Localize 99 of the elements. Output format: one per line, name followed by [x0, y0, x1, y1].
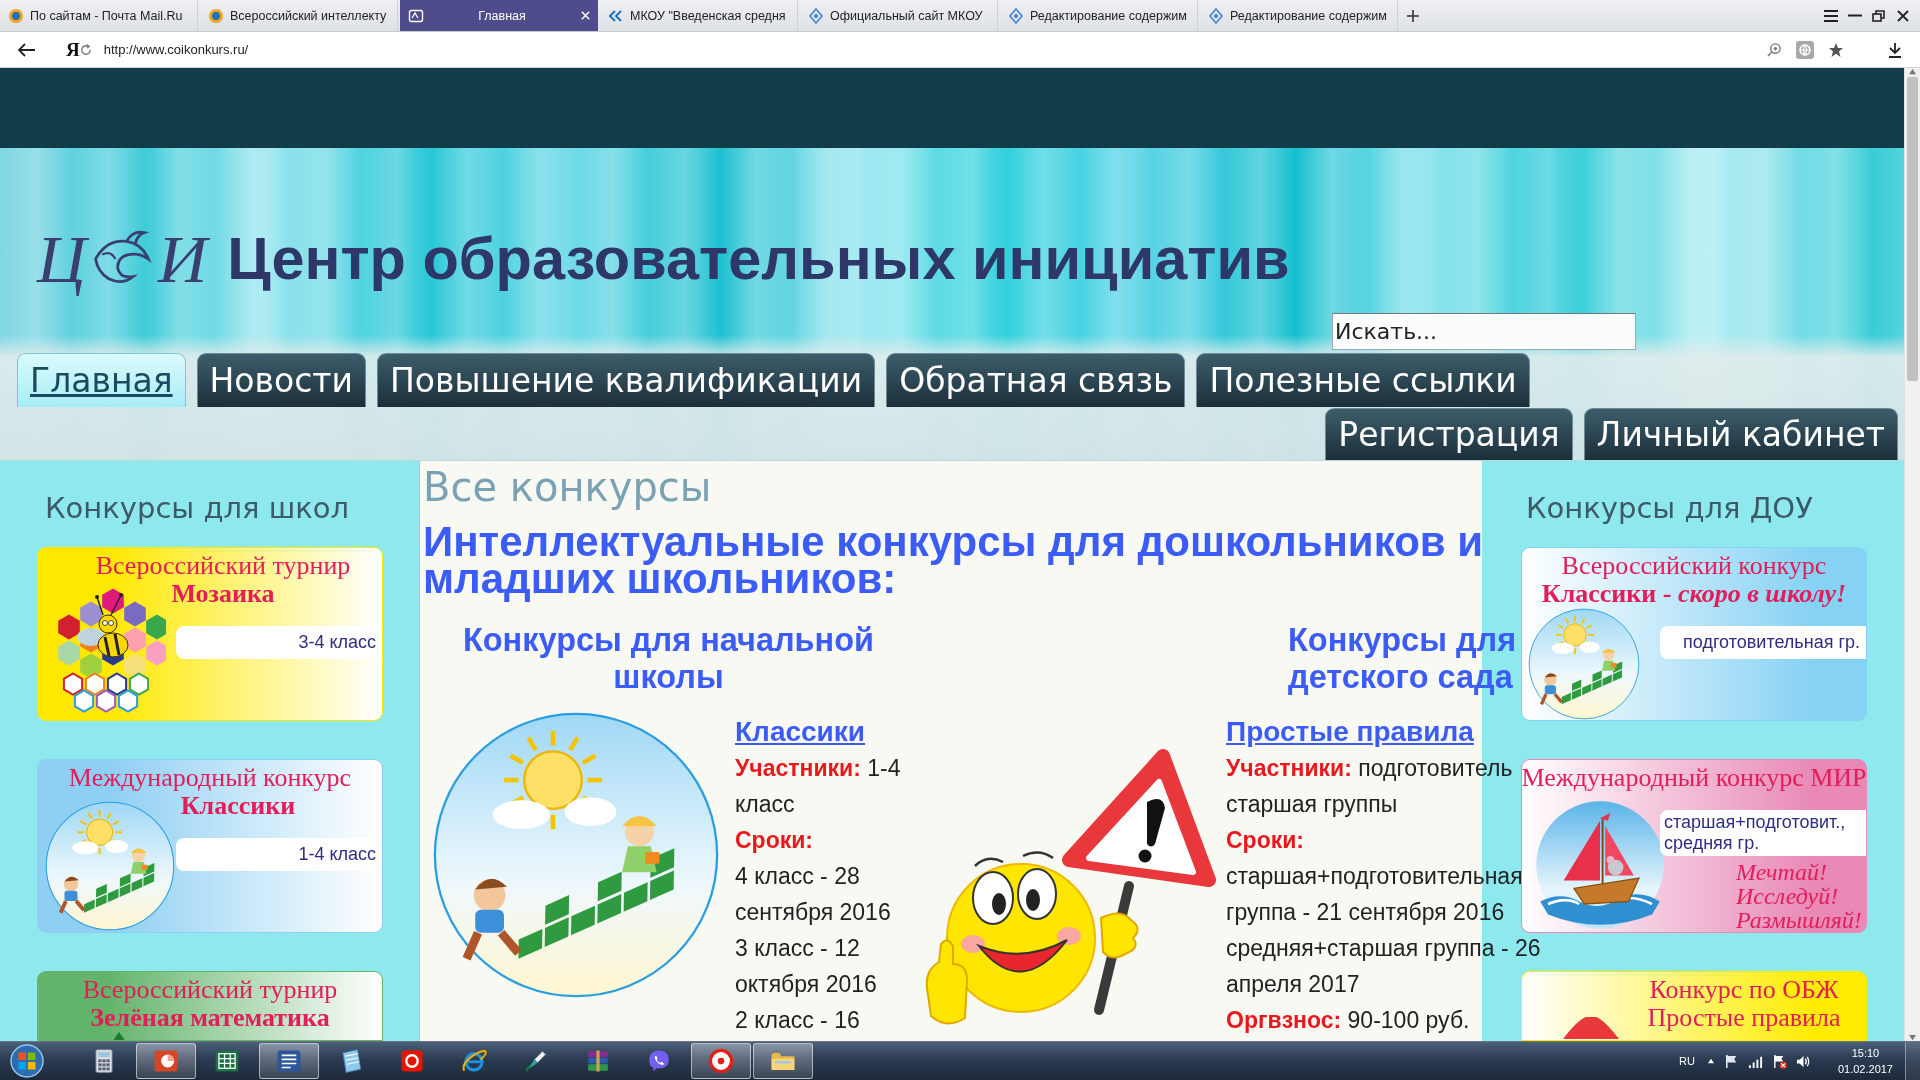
contest-link[interactable]: Классики	[735, 714, 866, 750]
reload-icon	[79, 43, 92, 56]
taskbar-button[interactable]	[690, 1043, 751, 1079]
double-chevron-icon	[608, 7, 624, 24]
info-text: 3 класс - 12 октября 2016	[735, 935, 877, 997]
info-text: Оргвзнос: 90-100 руб.	[1226, 1007, 1470, 1033]
banner-title: Всероссийский турнир	[95, 552, 351, 580]
sidebar-heading: Конкурсы для школ	[45, 490, 350, 527]
menu-icon	[1824, 9, 1838, 22]
nav-tab[interactable]: Личный кабинет	[1583, 408, 1898, 460]
close-icon	[580, 10, 591, 21]
nav-tab[interactable]: Повышение квалификации	[377, 353, 876, 407]
browser-tab[interactable]: МКОУ "Введенская средня	[600, 0, 798, 31]
address-field[interactable]: http://www.coikonkurs.ru/	[103, 42, 249, 57]
banner-title: Международный конкурс МИР	[1522, 764, 1866, 792]
globe-orbit-icon	[461, 1048, 488, 1074]
ring-icon	[208, 7, 224, 24]
contest-banner[interactable]: Всероссийский турнир Зелёная математика	[37, 971, 383, 1041]
taskbar-button[interactable]	[752, 1043, 813, 1079]
info-text: Участники: подготовитель	[1226, 755, 1513, 781]
square-logo-icon	[408, 7, 424, 24]
browser-tab[interactable]: Официальный сайт МКОУ	[800, 0, 998, 31]
banner-title: Зелёная математика	[90, 1004, 330, 1032]
banner-title: Всероссийский турнир	[82, 976, 338, 1004]
extension-icon	[1796, 40, 1814, 59]
page-title: Все конкурсы	[423, 463, 712, 511]
browser-tab[interactable]: Всероссийский интеллекту	[200, 0, 398, 31]
info-text: 2 класс - 16	[735, 1007, 860, 1033]
clock-time[interactable]: 15:10	[1851, 1045, 1880, 1061]
scrollbar[interactable]	[1904, 68, 1920, 1041]
restore-icon	[1872, 9, 1886, 22]
contest-banner[interactable]: Всероссийский конкурс Классики - скоро в школу! подготовительная гр.	[1521, 547, 1867, 721]
ring-icon	[8, 7, 24, 24]
slogan-text: Мечтай!	[1736, 860, 1828, 884]
nav-tab[interactable]: Главная	[17, 353, 186, 407]
contest-banner[interactable]: Конкурс по ОБЖ Простые правила	[1521, 971, 1867, 1041]
slogan-text: Исследуй!	[1736, 884, 1839, 908]
section-heading: Конкурсы для начальной школы	[462, 622, 875, 695]
diamond-icon	[1008, 7, 1024, 24]
browser-tab[interactable]: Редактирование содержим	[1200, 0, 1398, 31]
ring-icon	[707, 1048, 734, 1074]
back-arrow-icon	[18, 42, 36, 57]
banner-title: Мозаика	[171, 580, 275, 608]
show-desktop-button[interactable]	[1905, 1042, 1920, 1080]
close-icon	[1896, 9, 1910, 22]
banner-title: Международный конкурс	[68, 764, 352, 792]
browser-tab[interactable]: По сайтам - Почта Mail.Ru	[0, 0, 198, 31]
info-label: Сроки:	[1226, 827, 1305, 853]
flag-icon	[1723, 1053, 1739, 1069]
speaker-icon	[1795, 1053, 1811, 1069]
contest-banner[interactable]: Международный конкурс МИР старшая+подготовит., средняя гр. Мечтай! Исследуй! Размышляй!	[1521, 759, 1867, 933]
grade-label: подготовительная гр.	[1660, 626, 1866, 659]
logo-letter: И	[158, 225, 208, 293]
warning-sign-drawing	[1563, 1017, 1619, 1039]
taskbar-button[interactable]	[259, 1043, 320, 1079]
app-tile-icon	[399, 1048, 426, 1074]
site-title: Центр образовательных инициатив	[227, 229, 1290, 289]
banner-title: Классики - скоро в школу!	[1541, 580, 1847, 608]
document-icon	[276, 1048, 303, 1074]
presentation-icon	[152, 1048, 179, 1074]
diamond-icon	[808, 7, 824, 24]
info-label: Сроки:	[735, 827, 814, 853]
info-text: Участники: 1-4 класс	[735, 755, 901, 817]
caret-up-icon	[1706, 1058, 1715, 1064]
download-icon	[1888, 41, 1902, 58]
browser-tab[interactable]: Главная	[400, 0, 598, 31]
info-text: старшая группы	[1226, 791, 1398, 817]
language-indicator[interactable]: RU	[1679, 1055, 1695, 1067]
page-heading: Интеллектуальные конкурсы для дошкольников и младших школьников:	[423, 523, 1485, 604]
nav-tab[interactable]: Регистрация	[1325, 408, 1573, 460]
search-field[interactable]: Искать...	[1332, 313, 1636, 350]
diamond-icon	[1208, 7, 1224, 24]
nav-tab[interactable]: Полезные ссылки	[1196, 353, 1530, 407]
minimize-icon	[1848, 14, 1862, 17]
banner-title: Простые правила	[1647, 1004, 1841, 1032]
zoom-icon	[1767, 42, 1782, 57]
banner-title: Классики	[180, 792, 296, 820]
contest-banner[interactable]: Международный конкурс Классики 1-4 класс	[37, 759, 383, 933]
clock-date[interactable]: 01.02.2017	[1837, 1061, 1893, 1077]
contest-banner[interactable]: Всероссийский турнир Мозаика 3-4 класс	[37, 547, 383, 721]
star-icon	[1828, 41, 1844, 58]
browser-tab[interactable]: Редактирование содержим	[1000, 0, 1198, 31]
taskbar-button[interactable]	[135, 1043, 196, 1079]
banner-title: Всероссийский конкурс	[1561, 552, 1827, 580]
contest-link[interactable]: Простые правила	[1226, 714, 1474, 750]
browser-logo-button[interactable]: Я	[66, 38, 80, 61]
banner-title: Конкурс по ОБЖ	[1649, 976, 1839, 1004]
network-icon	[1771, 1053, 1787, 1069]
grade-label: старшая+подготовит., средняя гр.	[1660, 810, 1866, 856]
sidebar-heading: Конкурсы для ДОУ	[1526, 490, 1813, 527]
scrollbar-thumb[interactable]	[1907, 77, 1918, 381]
nav-tab[interactable]: Новости	[196, 353, 366, 407]
grade-label: 3-4 класс	[176, 626, 382, 659]
orb-icon	[10, 1044, 44, 1078]
nav-tab[interactable]: Обратная связь	[886, 353, 1186, 407]
spreadsheet-icon	[214, 1048, 241, 1074]
new-tab-icon	[1406, 8, 1420, 23]
slogan-text: Размышляй!	[1736, 908, 1862, 932]
info-text: 4 класс - 28 сентября 2016	[735, 863, 891, 925]
